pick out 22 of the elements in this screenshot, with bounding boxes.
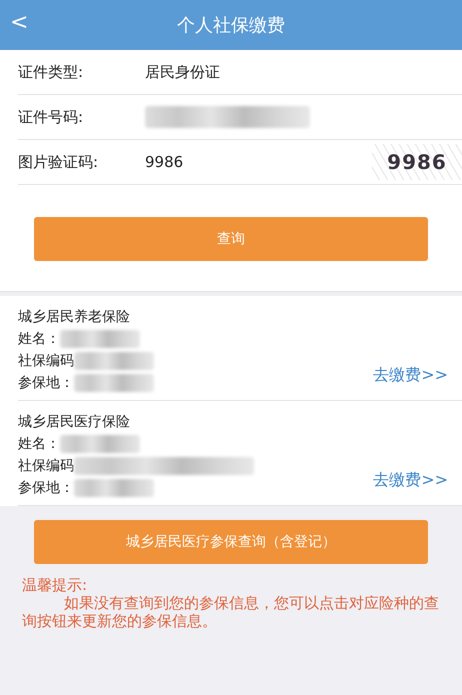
captcha-input[interactable]: 9986 [145,153,372,171]
id-type-value[interactable]: 居民身份证 [145,62,462,82]
field-label: 证件号码: [18,108,84,126]
insurance-title: 城乡居民养老保险 [18,308,130,326]
pay-link[interactable]: 去缴费>> [373,365,448,386]
field-label: 图片验证码: [18,152,100,172]
query-button[interactable]: 查询 [34,217,428,261]
insurance-title: 城乡居民医疗保险 [18,413,130,431]
info-label: 姓名： [18,330,60,348]
tip-heading: 温馨提示: [22,576,88,594]
page-title: 个人社保缴费 [177,14,285,37]
medical-query-button[interactable]: 城乡居民医疗参保查询（含登记） [34,520,428,564]
tip-text: 如果没有查询到您的参保信息，您可以点击对应险种的查询按钮来更新您的参保信息。 [22,594,440,630]
info-label: 社保编码 [18,352,74,370]
info-label: 参保地： [18,374,74,392]
info-label: 姓名： [18,435,60,453]
captcha-image[interactable]: 9986 [372,144,462,180]
field-label: 证件类型: [18,62,84,82]
pay-link[interactable]: 去缴费>> [373,470,448,491]
info-label: 参保地： [18,479,74,497]
back-button[interactable]: < [6,10,32,35]
info-label: 社保编码 [18,457,74,475]
